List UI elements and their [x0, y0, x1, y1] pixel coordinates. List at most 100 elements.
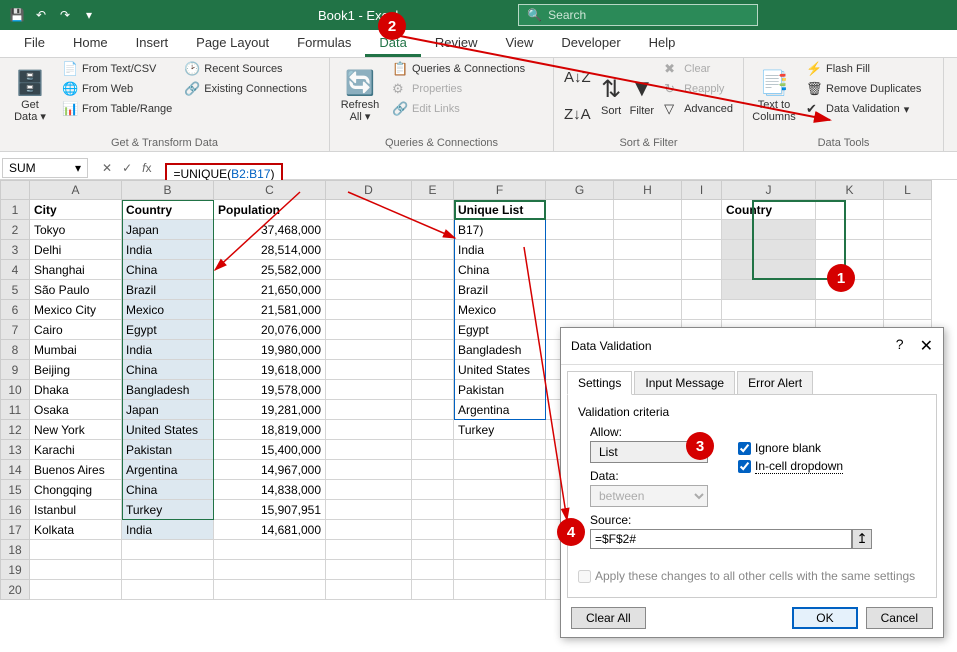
cell[interactable]: [214, 560, 326, 580]
cell[interactable]: Delhi: [30, 240, 122, 260]
cell[interactable]: [884, 200, 932, 220]
cell[interactable]: Brazil: [454, 280, 546, 300]
cell[interactable]: [682, 220, 722, 240]
fx-icon[interactable]: fx: [142, 161, 151, 175]
row-header[interactable]: 17: [0, 520, 30, 540]
accept-formula-icon[interactable]: ✓: [122, 161, 132, 175]
col-header-K[interactable]: K: [816, 180, 884, 200]
tab-file[interactable]: File: [10, 30, 59, 57]
refresh-all-button[interactable]: 🔄 Refresh All ▾: [336, 60, 384, 132]
cell[interactable]: [326, 340, 412, 360]
cell[interactable]: Bangladesh: [122, 380, 214, 400]
cell[interactable]: [722, 260, 816, 280]
col-header-B[interactable]: B: [122, 180, 214, 200]
cell[interactable]: [326, 520, 412, 540]
dialog-tab-settings[interactable]: Settings: [567, 371, 632, 395]
cell[interactable]: Beijing: [30, 360, 122, 380]
row-header[interactable]: 5: [0, 280, 30, 300]
cell[interactable]: [30, 560, 122, 580]
cell[interactable]: [682, 300, 722, 320]
cell[interactable]: [722, 280, 816, 300]
existing-connections-button[interactable]: 🔗Existing Connections: [180, 80, 311, 98]
cell[interactable]: [326, 320, 412, 340]
cell[interactable]: China: [454, 260, 546, 280]
cell[interactable]: China: [122, 260, 214, 280]
cell[interactable]: [412, 380, 454, 400]
cell[interactable]: [326, 380, 412, 400]
cell[interactable]: Pakistan: [454, 380, 546, 400]
cell[interactable]: Karachi: [30, 440, 122, 460]
col-header-D[interactable]: D: [326, 180, 412, 200]
recent-sources-button[interactable]: 🕑Recent Sources: [180, 60, 311, 78]
cell[interactable]: [816, 200, 884, 220]
tab-page-layout[interactable]: Page Layout: [182, 30, 283, 57]
cell[interactable]: India: [122, 520, 214, 540]
row-header[interactable]: 9: [0, 360, 30, 380]
close-icon[interactable]: ✕: [920, 336, 933, 356]
cancel-button[interactable]: Cancel: [866, 607, 933, 629]
cell[interactable]: [412, 580, 454, 600]
cell[interactable]: [454, 460, 546, 480]
incell-dropdown-checkbox[interactable]: [738, 460, 751, 473]
cell[interactable]: 19,578,000: [214, 380, 326, 400]
cell[interactable]: 25,582,000: [214, 260, 326, 280]
cell[interactable]: [722, 220, 816, 240]
cell[interactable]: [326, 240, 412, 260]
cell[interactable]: [614, 240, 682, 260]
cell[interactable]: [412, 260, 454, 280]
cell[interactable]: 21,581,000: [214, 300, 326, 320]
cell[interactable]: Brazil: [122, 280, 214, 300]
cell[interactable]: [326, 540, 412, 560]
col-header-J[interactable]: J: [722, 180, 816, 200]
tab-insert[interactable]: Insert: [122, 30, 183, 57]
cell[interactable]: 20,076,000: [214, 320, 326, 340]
cell[interactable]: [326, 440, 412, 460]
cell[interactable]: 19,980,000: [214, 340, 326, 360]
cell[interactable]: [412, 480, 454, 500]
name-box[interactable]: SUM▾: [2, 158, 88, 178]
cell[interactable]: [214, 580, 326, 600]
col-header-L[interactable]: L: [884, 180, 932, 200]
row-header[interactable]: 4: [0, 260, 30, 280]
cell[interactable]: [722, 240, 816, 260]
tab-developer[interactable]: Developer: [547, 30, 634, 57]
text-to-columns-button[interactable]: 📑 Text to Columns: [750, 60, 798, 132]
range-picker-icon[interactable]: ↥: [852, 529, 872, 549]
row-header[interactable]: 20: [0, 580, 30, 600]
cell[interactable]: Japan: [122, 220, 214, 240]
cell[interactable]: Pakistan: [122, 440, 214, 460]
cell[interactable]: Population: [214, 200, 326, 220]
cell[interactable]: [412, 280, 454, 300]
cell[interactable]: [546, 260, 614, 280]
cell[interactable]: [326, 480, 412, 500]
cell[interactable]: B17): [454, 220, 546, 240]
tab-review[interactable]: Review: [421, 30, 492, 57]
save-icon[interactable]: 💾: [8, 6, 26, 24]
row-header[interactable]: 6: [0, 300, 30, 320]
sort-desc-button[interactable]: Z↓A: [560, 105, 595, 124]
cell[interactable]: [412, 240, 454, 260]
cell[interactable]: Argentina: [454, 400, 546, 420]
cell[interactable]: [326, 220, 412, 240]
cell[interactable]: 14,838,000: [214, 480, 326, 500]
cell[interactable]: Buenos Aires: [30, 460, 122, 480]
search-box[interactable]: 🔍 Search: [518, 4, 758, 26]
cell[interactable]: Mexico: [454, 300, 546, 320]
cell[interactable]: [454, 480, 546, 500]
cell[interactable]: Istanbul: [30, 500, 122, 520]
cell[interactable]: 28,514,000: [214, 240, 326, 260]
cell[interactable]: [722, 300, 816, 320]
cell[interactable]: [412, 340, 454, 360]
col-header-G[interactable]: G: [546, 180, 614, 200]
cell[interactable]: 19,618,000: [214, 360, 326, 380]
cell[interactable]: Country: [122, 200, 214, 220]
cell[interactable]: City: [30, 200, 122, 220]
cell[interactable]: [30, 580, 122, 600]
cell[interactable]: New York: [30, 420, 122, 440]
cell[interactable]: United States: [454, 360, 546, 380]
ignore-blank-checkbox[interactable]: [738, 442, 751, 455]
cell[interactable]: Egypt: [454, 320, 546, 340]
get-data-button[interactable]: 🗄️ Get Data ▾: [6, 60, 54, 132]
col-header-H[interactable]: H: [614, 180, 682, 200]
from-table-button[interactable]: 📊From Table/Range: [58, 100, 176, 118]
